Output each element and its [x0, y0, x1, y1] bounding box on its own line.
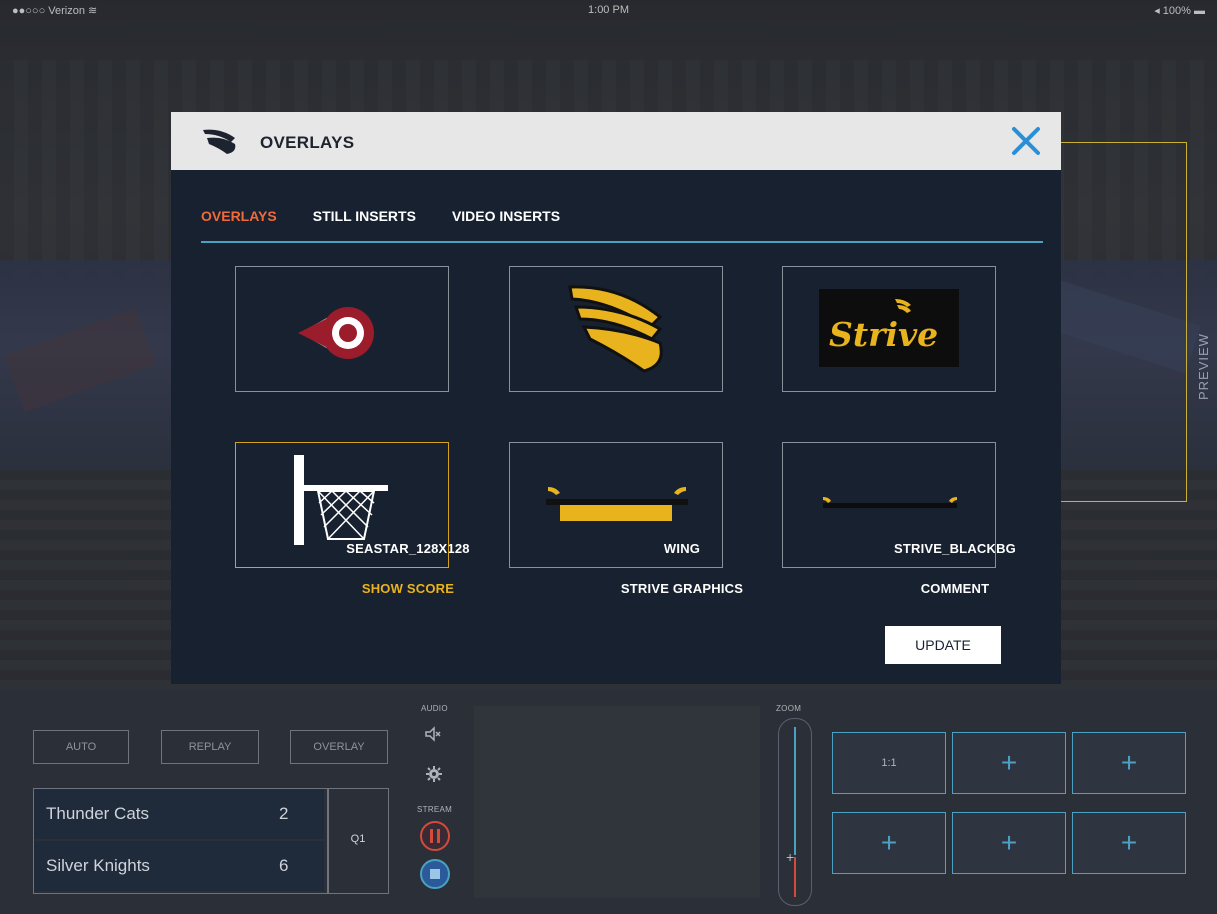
tab-overlays[interactable]: OVERLAYS [201, 208, 277, 224]
tab-underline [201, 241, 1043, 243]
tile-label-show-score: SHOW SCORE [361, 581, 455, 596]
battery-text: ◂ 100% ▬ [1154, 5, 1205, 17]
clock-text: 1:00 PM [588, 4, 629, 16]
preset-1[interactable]: 1:1 [832, 732, 946, 794]
lower-third-bar-icon [546, 487, 688, 521]
score-row-away: Silver Knights 6 [34, 841, 324, 891]
team-name: Silver Knights [46, 856, 150, 875]
update-button[interactable]: UPDATE [885, 626, 1001, 664]
control-panel: AUTO REPLAY OVERLAY Thunder Cats 2 Silve… [0, 690, 1217, 914]
zoom-handle[interactable]: + [786, 849, 794, 865]
wing-logo-icon [203, 129, 236, 154]
modal-header: OVERLAYS [171, 112, 1061, 170]
quarter-box[interactable]: Q1 [327, 788, 389, 894]
wing-icon [568, 285, 663, 373]
video-preview-box[interactable] [474, 706, 760, 898]
tab-video-inserts[interactable]: VIDEO INSERTS [452, 208, 560, 224]
overlay-tile-strive[interactable]: Strive [782, 266, 996, 392]
mute-speaker-icon[interactable] [423, 724, 443, 744]
overlay-button[interactable]: OVERLAY [290, 730, 388, 764]
strive-logo: Strive [819, 289, 959, 367]
overlay-tile-show-score[interactable] [235, 442, 449, 568]
preview-label: PREVIEW [1196, 333, 1211, 400]
status-bar: ●●○○○ Verizon ≋ 1:00 PM ◂ 100% ▬ [0, 0, 1217, 22]
auto-button[interactable]: AUTO [33, 730, 129, 764]
gear-icon[interactable] [426, 766, 442, 782]
preview-frame [1040, 142, 1187, 502]
stream-label: STREAM [417, 805, 453, 814]
preset-2[interactable]: + [952, 732, 1066, 794]
strive-logo-text: Strive [829, 315, 939, 354]
seastar-icon [298, 307, 374, 359]
overlay-tile-strive-graphics[interactable] [509, 442, 723, 568]
overlays-modal: OVERLAYS OVERLAYS STILL INSERTS VIDEO IN… [171, 112, 1061, 684]
audio-label: AUDIO [421, 704, 448, 713]
tile-label-comment: COMMENT [920, 581, 990, 596]
overlay-tile-comment[interactable] [782, 442, 996, 568]
modal-title: OVERLAYS [260, 133, 355, 152]
team-score: 2 [279, 804, 289, 823]
quarter-text: Q1 [350, 833, 366, 845]
zoom-label: ZOOM [776, 704, 802, 713]
overlay-tile-seastar[interactable] [235, 266, 449, 392]
tile-label-strive-graphics: STRIVE GRAPHICS [620, 581, 744, 596]
overlay-tile-wing[interactable] [509, 266, 723, 392]
preset-4[interactable]: + [832, 812, 946, 874]
thin-bar-icon [823, 497, 957, 508]
tab-still-inserts[interactable]: STILL INSERTS [313, 208, 416, 224]
score-row-home: Thunder Cats 2 [34, 789, 324, 839]
team-name: Thunder Cats [46, 804, 149, 823]
zoom-track-lower [794, 857, 796, 897]
basketball-hoop-icon [294, 455, 388, 545]
modal-tabs: OVERLAYS STILL INSERTS VIDEO INSERTS [201, 208, 596, 224]
scoreboard[interactable]: Thunder Cats 2 Silver Knights 6 [33, 788, 329, 894]
team-score: 6 [279, 856, 289, 875]
replay-button[interactable]: REPLAY [161, 730, 259, 764]
preset-5[interactable]: + [952, 812, 1066, 874]
close-icon[interactable] [1009, 124, 1043, 158]
stop-stream-icon[interactable] [419, 858, 451, 890]
preset-3[interactable]: + [1072, 732, 1186, 794]
zoom-track-upper [794, 727, 796, 855]
pause-stream-icon[interactable] [419, 820, 451, 852]
zoom-slider[interactable]: + [778, 718, 812, 906]
preset-6[interactable]: + [1072, 812, 1186, 874]
